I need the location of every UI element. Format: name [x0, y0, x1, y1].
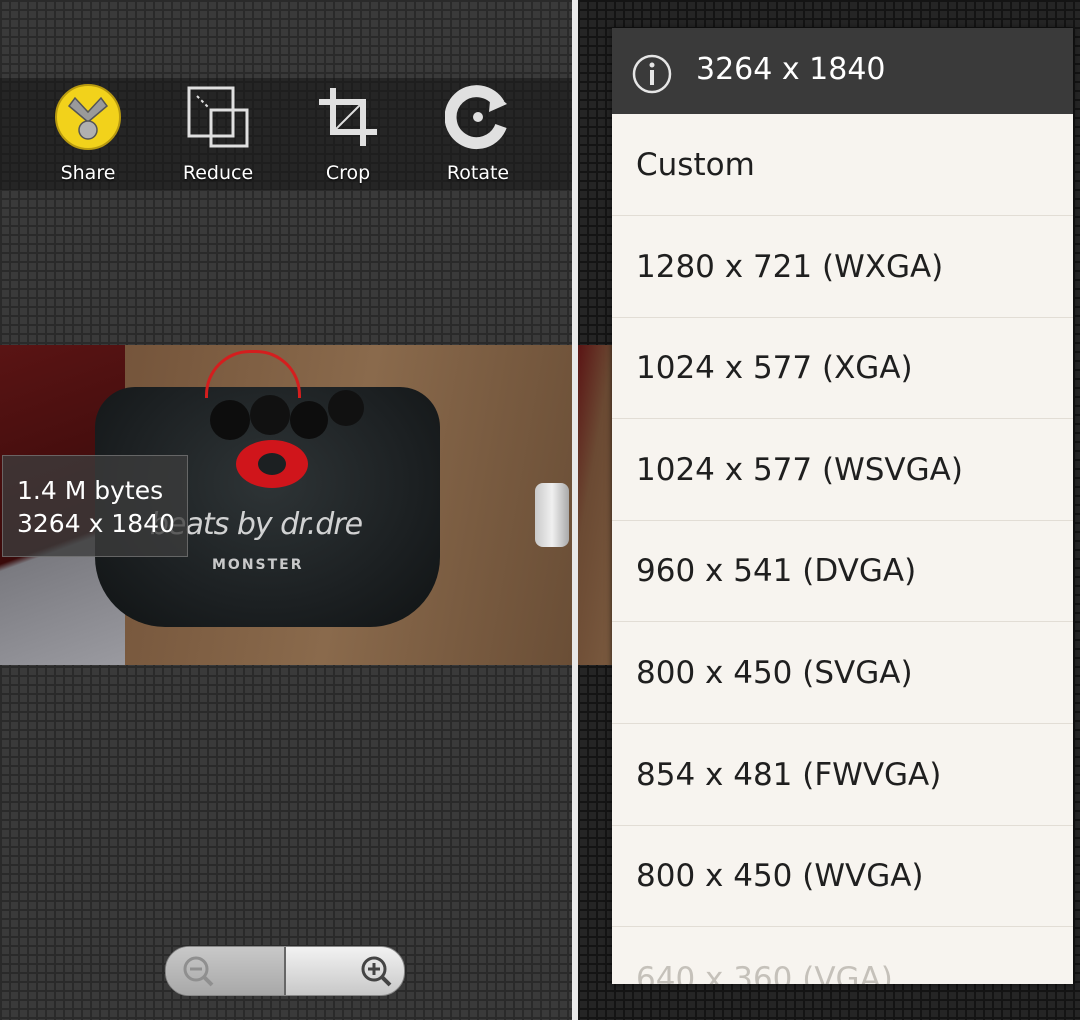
resolution-option[interactable]: 800 x 450 (WVGA) — [612, 825, 1073, 928]
photo-earbud — [210, 400, 250, 440]
right-screen: 3264 x 1840 Custom 1280 x 721 (WXGA) 1024 … — [578, 0, 1080, 1020]
beats-logo-inner — [258, 453, 286, 475]
resolution-option-label: 854 x 481 (FWVGA) — [636, 756, 942, 793]
zoom-out-icon — [183, 956, 214, 987]
photo-sub-brand-text: MONSTER — [212, 557, 304, 573]
reduce-button[interactable]: Reduce — [163, 78, 273, 190]
left-screen: Share Reduce Crop Rotate beats by dr.dre… — [0, 0, 572, 1020]
reduce-icon — [187, 86, 249, 148]
resolution-option-label: 1280 x 721 (WXGA) — [636, 248, 944, 285]
zoom-control — [165, 946, 405, 996]
resolution-option[interactable]: 640 x 360 (VGA) — [612, 927, 1073, 984]
rotate-icon — [445, 85, 507, 150]
image-info-overlay: 1.4 M bytes 3264 x 1840 — [2, 455, 188, 557]
crop-label: Crop — [325, 162, 371, 184]
resolution-option[interactable]: 800 x 450 (SVGA) — [612, 622, 1073, 724]
dialog-header: 3264 x 1840 — [612, 28, 1073, 114]
zoom-out-button[interactable] — [166, 947, 284, 995]
dialog-title: 3264 x 1840 — [696, 52, 886, 87]
resolution-option-label: 960 x 541 (DVGA) — [636, 553, 917, 590]
zoom-in-button[interactable] — [286, 947, 404, 995]
image-dimensions: 3264 x 1840 — [17, 509, 175, 538]
toolbar: Share Reduce Crop Rotate — [0, 78, 572, 190]
resolution-option-label: Custom — [636, 147, 755, 183]
resolution-option[interactable]: 1280 x 721 (WXGA) — [612, 216, 1073, 318]
photo-usb-drive — [535, 483, 569, 547]
resolution-option-label: 800 x 450 (WVGA) — [636, 858, 924, 895]
photo-earbud — [328, 390, 364, 426]
zoom-in-icon — [361, 956, 392, 987]
resolution-option-label: 640 x 360 (VGA) — [636, 960, 893, 984]
photo-preview-peek — [578, 345, 612, 665]
crop-button[interactable]: Crop — [293, 78, 403, 190]
share-icon — [55, 84, 121, 150]
resolution-option[interactable]: 854 x 481 (FWVGA) — [612, 724, 1073, 826]
image-file-size: 1.4 M bytes — [17, 476, 164, 505]
resolution-option[interactable]: 1024 x 577 (WSVGA) — [612, 419, 1073, 521]
photo-earbud — [250, 395, 290, 435]
resize-dialog: 3264 x 1840 Custom 1280 x 721 (WXGA) 1024 … — [612, 28, 1073, 984]
crop-icon — [319, 88, 377, 146]
share-button[interactable]: Share — [33, 78, 143, 190]
resolution-option[interactable]: 1024 x 577 (XGA) — [612, 317, 1073, 420]
resolution-option-label: 1024 x 577 (WSVGA) — [636, 451, 963, 488]
share-label: Share — [60, 162, 116, 184]
info-icon — [632, 54, 672, 94]
resolution-option[interactable]: 960 x 541 (DVGA) — [612, 520, 1073, 623]
photo-earbud — [290, 401, 328, 439]
rotate-button[interactable]: Rotate — [423, 78, 533, 190]
photo-cord — [205, 350, 301, 398]
reduce-label: Reduce — [182, 162, 254, 184]
resolution-option-label: 1024 x 577 (XGA) — [636, 350, 913, 387]
resolution-option-label: 800 x 450 (SVGA) — [636, 655, 913, 691]
resolution-option[interactable]: Custom — [612, 114, 1073, 216]
rotate-label: Rotate — [446, 162, 510, 184]
